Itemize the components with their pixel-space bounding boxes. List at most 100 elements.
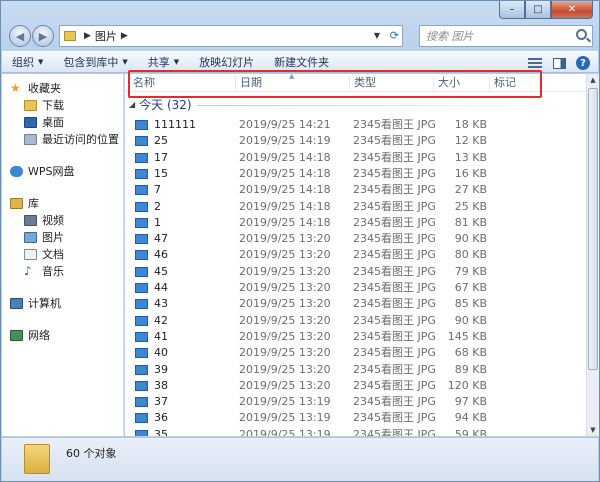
table-row[interactable]: 37 2019/9/25 13:19 2345看图王 JPG ... 97 KB [125,393,587,410]
close-button[interactable]: ✕ [551,1,593,19]
nav-favorites[interactable]: ★ 收藏夹 [10,80,61,96]
back-button[interactable]: ◀ [9,25,31,47]
file-name-cell: 42 [135,314,235,328]
nav-network[interactable]: 网络 [10,327,50,343]
file-name-cell: 43 [135,297,235,311]
file-name: 43 [154,297,168,311]
image-file-icon [135,331,148,342]
breadcrumb-item[interactable]: 图片 [95,28,117,44]
preview-pane-button[interactable] [548,54,570,72]
file-name: 17 [154,150,168,164]
nav-documents-label: 文档 [42,248,64,261]
file-date: 2019/9/25 13:19 [239,395,331,409]
view-icon [528,58,542,68]
table-row[interactable]: 43 2019/9/25 13:20 2345看图王 JPG ... 85 KB [125,295,587,312]
file-name-cell: 15 [135,167,235,181]
file-type: 2345看图王 JPG ... [353,362,437,376]
table-row[interactable]: 36 2019/9/25 13:19 2345看图王 JPG ... 94 KB [125,409,587,426]
refresh-icon[interactable]: ⟳ [390,29,399,42]
nav-desktop[interactable]: 桌面 [24,114,64,130]
file-type: 2345看图王 JPG ... [353,395,437,409]
organize-button[interactable]: 组织 ▼ [2,51,53,73]
table-row[interactable]: 25 2019/9/25 14:19 2345看图王 JPG ... 12 KB [125,132,587,149]
column-type[interactable]: 类型 [349,76,433,90]
nav-documents[interactable]: 文档 [24,246,64,262]
include-library-button[interactable]: 包含到库中 ▼ [53,51,137,73]
table-row[interactable]: 47 2019/9/25 13:20 2345看图王 JPG ... 90 KB [125,230,587,247]
table-row[interactable]: 35 2019/9/25 13:19 2345看图王 JPG ... 59 KB [125,426,587,436]
file-date: 2019/9/25 14:18 [239,183,331,197]
column-tags[interactable]: 标记 [489,76,549,90]
file-size: 25 KB [454,199,487,213]
column-name[interactable]: 名称 [129,76,235,90]
search-icon [576,29,587,40]
table-row[interactable]: 45 2019/9/25 13:20 2345看图王 JPG ... 79 KB [125,263,587,280]
file-size: 81 KB [454,215,487,229]
image-file-icon [135,152,148,163]
nav-downloads-label: 下载 [42,99,64,112]
file-size: 145 KB [447,329,487,343]
file-date: 2019/9/25 13:20 [239,362,331,376]
table-row[interactable]: 46 2019/9/25 13:20 2345看图王 JPG ... 80 KB [125,246,587,263]
forward-button[interactable]: ▶ [32,25,54,47]
include-library-label: 包含到库中 [63,56,119,69]
file-date: 2019/9/25 13:19 [239,427,331,436]
change-view-button[interactable] [524,54,546,72]
network-icon [10,329,23,341]
nav-music[interactable]: ♪ 音乐 [24,263,64,279]
scroll-thumb[interactable] [588,88,598,370]
download-folder-icon [24,99,37,111]
search-input[interactable]: 搜索 图片 [419,25,593,47]
table-row[interactable]: 40 2019/9/25 13:20 2345看图王 JPG ... 68 KB [125,344,587,361]
table-row[interactable]: 44 2019/9/25 13:20 2345看图王 JPG ... 67 KB [125,279,587,296]
address-bar[interactable]: ▶ 图片 ▶ ▼ ⟳ [59,25,403,47]
nav-downloads[interactable]: 下载 [24,97,64,113]
nav-wps-cloud[interactable]: WPS网盘 [10,163,75,179]
nav-libraries[interactable]: 库 [10,195,39,211]
image-file-icon [135,299,148,310]
nav-recent[interactable]: 最近访问的位置 [24,131,119,147]
share-label: 共享 [147,56,170,69]
table-row[interactable]: 41 2019/9/25 13:20 2345看图王 JPG ... 145 KB [125,328,587,345]
new-folder-button[interactable]: 新建文件夹 [264,51,339,73]
slideshow-button[interactable]: 放映幻灯片 [189,51,264,73]
file-type: 2345看图王 JPG ... [353,264,437,278]
star-icon: ★ [10,81,21,95]
file-size: 89 KB [454,362,487,376]
title-bar: – □ ✕ [1,1,599,21]
table-row[interactable]: 1 2019/9/25 14:18 2345看图王 JPG ... 81 KB [125,214,587,231]
help-button[interactable]: ? [572,54,594,72]
file-type: 2345看图王 JPG ... [353,297,437,311]
share-button[interactable]: 共享 ▼ [138,51,189,73]
address-dropdown-icon[interactable]: ▼ [374,31,380,40]
file-date: 2019/9/25 13:20 [239,313,331,327]
column-size[interactable]: 大小 [433,76,489,90]
image-file-icon [135,120,148,130]
file-name: 40 [154,346,168,360]
scroll-down-icon[interactable]: ▼ [587,424,599,436]
table-row[interactable]: 15 2019/9/25 14:18 2345看图王 JPG ... 16 KB [125,165,587,182]
maximize-button[interactable]: □ [525,1,551,19]
item-count: 60 个对象 [66,447,117,460]
table-row[interactable]: 38 2019/9/25 13:20 2345看图王 JPG ... 120 KB [125,377,587,394]
nav-videos[interactable]: 视频 [24,212,64,228]
table-row[interactable]: 2 2019/9/25 14:18 2345看图王 JPG ... 25 KB [125,198,587,215]
vertical-scrollbar[interactable]: ▲ ▼ [586,74,599,436]
minimize-button[interactable]: – [499,1,525,19]
image-file-icon [135,217,148,228]
image-file-icon [135,136,148,147]
nav-pictures[interactable]: 图片 [24,229,64,245]
group-label: 今天 (32) [139,97,192,112]
table-row[interactable]: 39 2019/9/25 13:20 2345看图王 JPG ... 89 KB [125,361,587,378]
table-row[interactable]: 7 2019/9/25 14:18 2345看图王 JPG ... 27 KB [125,181,587,198]
image-file-icon [135,283,148,293]
nav-computer[interactable]: 计算机 [10,295,61,311]
table-row[interactable]: 17 2019/9/25 14:18 2345看图王 JPG ... 13 KB [125,149,587,166]
scroll-up-icon[interactable]: ▲ [587,74,599,86]
group-header-today[interactable]: ◢ 今天 (32) [129,96,192,112]
table-row[interactable]: 42 2019/9/25 13:20 2345看图王 JPG ... 90 KB [125,312,587,329]
nav-libraries-label: 库 [28,197,39,210]
image-file-icon [135,364,148,375]
file-type: 2345看图王 JPG ... [353,346,437,360]
table-row[interactable]: 111111 2019/9/25 14:21 2345看图王 JPG ... 18 K… [125,116,587,133]
